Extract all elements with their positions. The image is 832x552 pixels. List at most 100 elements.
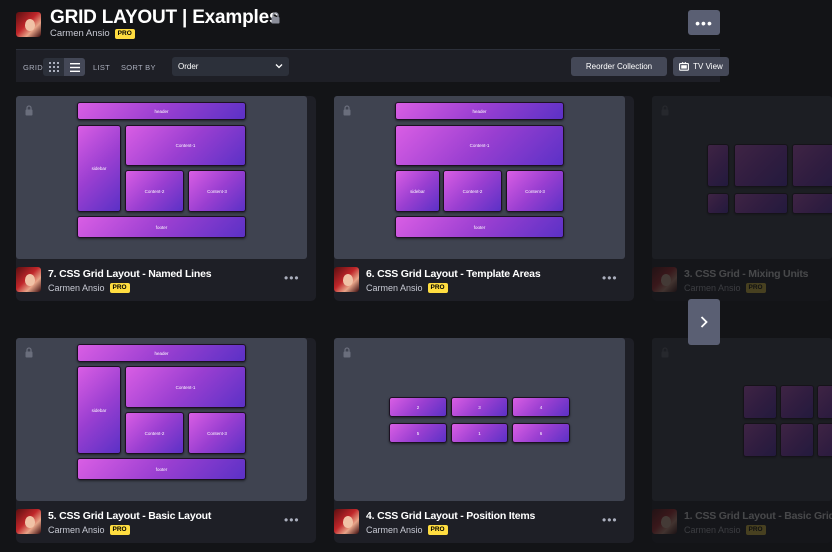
grid-cell xyxy=(817,385,832,419)
grid-cell xyxy=(743,385,777,419)
grid-label: GRID xyxy=(23,63,43,72)
grid-cell-item: 6 xyxy=(512,423,570,443)
grid-view-button[interactable] xyxy=(43,58,64,76)
author-name[interactable]: Carmen Ansio xyxy=(684,283,741,293)
sort-value: Order xyxy=(178,62,199,71)
grid-cell-content-2: Content-2 xyxy=(125,170,184,212)
lock-icon xyxy=(661,105,669,116)
author-name[interactable]: Carmen Ansio xyxy=(50,28,110,39)
pro-badge: PRO xyxy=(427,283,448,293)
pen-author: Carmen Ansio PRO xyxy=(684,525,766,535)
grid-cell xyxy=(792,144,832,187)
pro-badge: PRO xyxy=(427,525,448,535)
author-name[interactable]: Carmen Ansio xyxy=(48,525,105,535)
pen-author: Carmen Ansio PRO xyxy=(48,525,130,535)
grid-cell xyxy=(734,193,788,214)
grid-cell-footer: footer xyxy=(395,216,564,238)
sort-select[interactable]: Order xyxy=(172,57,289,76)
collection-toolbar: GRID LIST SORT BY Order Reorder Collecti… xyxy=(16,49,729,82)
pen-author: Carmen Ansio PRO xyxy=(366,283,448,293)
grid-cell xyxy=(780,423,814,457)
grid-cell-content-3: Content-3 xyxy=(188,412,246,454)
grid-cell-content-3: Content-3 xyxy=(506,170,564,212)
grid-cell-header: header xyxy=(395,102,564,120)
reorder-collection-button[interactable]: Reorder Collection xyxy=(571,57,667,76)
list-view-button[interactable] xyxy=(64,58,85,76)
pen-more-button[interactable]: ••• xyxy=(284,513,300,527)
sort-label: SORT BY xyxy=(121,63,156,72)
grid-cell xyxy=(780,385,814,419)
pen-author: Carmen Ansio PRO xyxy=(366,525,448,535)
grid-cell-content-1: Content-1 xyxy=(395,125,564,166)
chevron-right-icon xyxy=(700,316,708,328)
pen-title[interactable]: 6. CSS Grid Layout - Template Areas xyxy=(366,268,541,280)
grid-cell xyxy=(743,423,777,457)
pen-title[interactable]: 7. CSS Grid Layout - Named Lines xyxy=(48,268,212,280)
collection-more-button[interactable]: ••• xyxy=(688,10,720,35)
grid-cell-content-2: Content-2 xyxy=(125,412,184,454)
author-name[interactable]: Carmen Ansio xyxy=(48,283,105,293)
next-page-button[interactable] xyxy=(688,299,720,345)
pen-card[interactable]: 3. CSS Grid - Mixing Units Carmen Ansio … xyxy=(652,96,832,301)
pen-more-button[interactable]: ••• xyxy=(284,271,300,285)
pen-card[interactable]: header sidebar Content-1 Content-2 Conte… xyxy=(16,96,316,301)
grid-cell-header: header xyxy=(77,344,246,362)
lock-icon xyxy=(343,105,351,116)
list-icon xyxy=(69,62,80,72)
author-avatar[interactable] xyxy=(334,267,359,292)
grid-cell-item: 5 xyxy=(389,423,447,443)
tv-view-label: TV View xyxy=(693,62,723,71)
grid-cell-item: 2 xyxy=(389,397,447,417)
grid-cell-sidebar: sidebar xyxy=(77,366,121,454)
pen-more-button[interactable]: ••• xyxy=(602,271,618,285)
author-avatar[interactable] xyxy=(16,12,41,37)
tv-view-button[interactable]: TV View xyxy=(673,57,729,76)
pen-preview[interactable]: header Content-1 sidebar Content-2 Conte… xyxy=(334,96,625,259)
author-avatar[interactable] xyxy=(334,509,359,534)
lock-icon xyxy=(661,347,669,358)
pro-badge: PRO xyxy=(109,283,130,293)
pen-preview[interactable]: header sidebar Content-1 Content-2 Conte… xyxy=(16,338,307,501)
grid-cell xyxy=(707,144,729,187)
grid-cell-content-1: Content-1 xyxy=(125,125,246,166)
page-title: GRID LAYOUT | Examples xyxy=(50,7,280,28)
grid-cell xyxy=(817,423,832,457)
author-avatar[interactable] xyxy=(652,267,677,292)
grid-cell-content-1: Content-1 xyxy=(125,366,246,408)
tv-icon xyxy=(679,62,690,71)
pen-title[interactable]: 5. CSS Grid Layout - Basic Layout xyxy=(48,510,211,522)
author-avatar[interactable] xyxy=(16,267,41,292)
pen-card[interactable]: 1. CSS Grid Layout - Basic Grid Carmen A… xyxy=(652,338,832,543)
view-toggle xyxy=(43,58,85,76)
lock-icon xyxy=(25,347,33,358)
pen-title[interactable]: 1. CSS Grid Layout - Basic Grid xyxy=(684,510,832,522)
author-name[interactable]: Carmen Ansio xyxy=(366,283,423,293)
grid-cell-content-3: Content-3 xyxy=(188,170,246,212)
grid-cell-item: 4 xyxy=(512,397,570,417)
grid-cell-item: 1 xyxy=(451,423,508,443)
pen-author: Carmen Ansio PRO xyxy=(48,283,130,293)
author-name[interactable]: Carmen Ansio xyxy=(684,525,741,535)
author-avatar[interactable] xyxy=(16,509,41,534)
lock-icon xyxy=(25,105,33,116)
chevron-down-icon xyxy=(275,64,283,69)
lock-icon xyxy=(343,347,351,358)
pen-more-button[interactable]: ••• xyxy=(602,513,618,527)
pen-card[interactable]: header Content-1 sidebar Content-2 Conte… xyxy=(334,96,634,301)
lock-icon xyxy=(271,12,280,24)
pen-preview[interactable]: header sidebar Content-1 Content-2 Conte… xyxy=(16,96,307,259)
pen-title[interactable]: 4. CSS Grid Layout - Position Items xyxy=(366,510,535,522)
pen-card[interactable]: header sidebar Content-1 Content-2 Conte… xyxy=(16,338,316,543)
list-label: LIST xyxy=(93,63,111,72)
author-avatar[interactable] xyxy=(652,509,677,534)
collection-author: Carmen Ansio PRO xyxy=(50,28,135,39)
pen-preview[interactable]: 2 3 4 5 1 6 xyxy=(334,338,625,501)
grid-icon xyxy=(48,62,59,72)
pen-card[interactable]: 2 3 4 5 1 6 4. CSS Grid Layout - Positio… xyxy=(334,338,634,543)
pen-preview[interactable] xyxy=(652,96,832,259)
author-name[interactable]: Carmen Ansio xyxy=(366,525,423,535)
grid-cell-sidebar: sidebar xyxy=(77,125,121,212)
pen-title[interactable]: 3. CSS Grid - Mixing Units xyxy=(684,268,809,280)
pro-badge: PRO xyxy=(109,525,130,535)
pen-preview[interactable] xyxy=(652,338,832,501)
